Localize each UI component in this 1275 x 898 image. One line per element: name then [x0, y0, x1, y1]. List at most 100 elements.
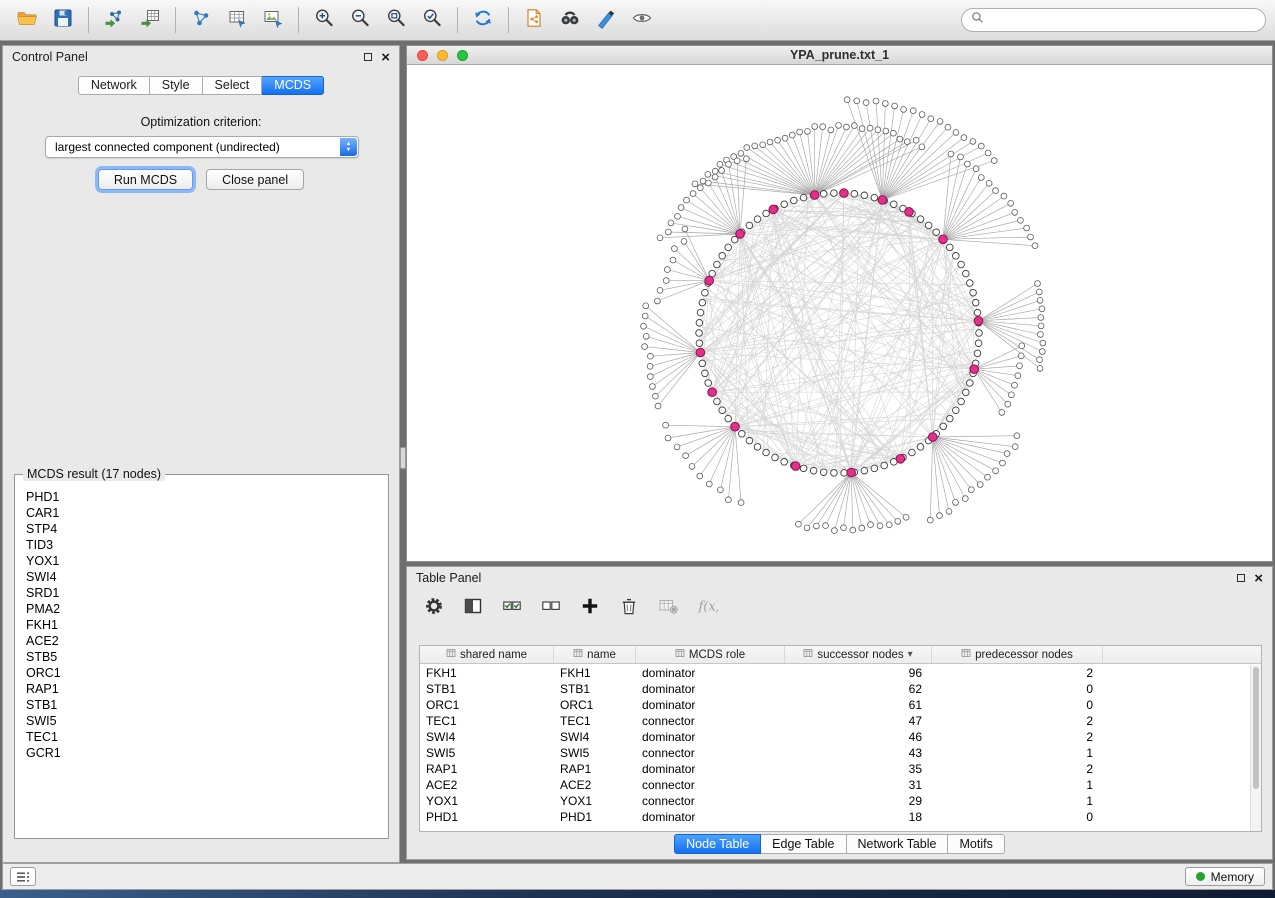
network-leaf-node[interactable]: [1001, 193, 1007, 199]
column-header-name[interactable]: name: [554, 646, 636, 663]
network-leaf-node[interactable]: [978, 143, 984, 149]
search-input[interactable]: [989, 13, 1256, 27]
network-node[interactable]: [754, 444, 761, 451]
network-leaf-node[interactable]: [897, 136, 903, 142]
network-leaf-node[interactable]: [767, 139, 773, 145]
table-row[interactable]: ORC1ORC1dominator610: [420, 697, 1250, 713]
network-node[interactable]: [800, 465, 807, 472]
network-node[interactable]: [861, 192, 868, 199]
mcds-result-item[interactable]: STB5: [26, 649, 386, 665]
tab-edge-table[interactable]: Edge Table: [761, 834, 846, 854]
column-header-predecessor-nodes[interactable]: predecessor nodes: [932, 646, 1103, 663]
network-leaf-node[interactable]: [717, 161, 723, 167]
network-leaf-node[interactable]: [882, 101, 888, 107]
network-leaf-node[interactable]: [1032, 243, 1038, 249]
mcds-result-item[interactable]: FKH1: [26, 617, 386, 633]
mcds-result-item[interactable]: YOX1: [26, 553, 386, 569]
network-leaf-node[interactable]: [706, 481, 712, 487]
network-leaf-node[interactable]: [852, 123, 858, 129]
network-node[interactable]: [719, 253, 726, 260]
network-node[interactable]: [696, 320, 703, 327]
tab-mcds[interactable]: MCDS: [262, 76, 324, 95]
mcds-result-item[interactable]: GCR1: [26, 745, 386, 761]
zoom-selected-button[interactable]: [414, 3, 450, 37]
network-leaf-node[interactable]: [642, 313, 648, 319]
network-leaf-node[interactable]: [1024, 225, 1030, 231]
network-leaf-node[interactable]: [946, 509, 952, 515]
network-leaf-node[interactable]: [1012, 444, 1018, 450]
window-zoom-icon[interactable]: [457, 50, 468, 61]
network-leaf-node[interactable]: [647, 363, 653, 369]
network-leaf-node[interactable]: [891, 130, 897, 136]
network-leaf-node[interactable]: [678, 205, 684, 211]
network-leaf-node[interactable]: [744, 156, 750, 162]
table-row[interactable]: TEC1TEC1connector472: [420, 713, 1250, 729]
network-node[interactable]: [831, 190, 838, 197]
network-leaf-node[interactable]: [1039, 349, 1045, 355]
network-leaf-node[interactable]: [804, 525, 810, 531]
network-leaf-node[interactable]: [738, 151, 744, 157]
network-node[interactable]: [714, 398, 721, 405]
table-row[interactable]: RAP1RAP1dominator352: [420, 761, 1250, 777]
network-leaf-node[interactable]: [782, 135, 788, 141]
network-leaf-node[interactable]: [1012, 210, 1018, 216]
network-node[interactable]: [925, 222, 932, 229]
mcds-result-item[interactable]: SWI4: [26, 569, 386, 585]
network-hub-node[interactable]: [791, 462, 800, 471]
network-leaf-node[interactable]: [712, 168, 718, 174]
network-leaf-node[interactable]: [945, 124, 951, 130]
network-node[interactable]: [947, 244, 954, 251]
network-node[interactable]: [800, 194, 807, 201]
panel-menu-button[interactable]: [10, 867, 36, 886]
network-leaf-node[interactable]: [643, 334, 649, 340]
network-window-titlebar[interactable]: YPA_prune.txt_1: [407, 46, 1272, 65]
network-node[interactable]: [702, 370, 709, 377]
network-node[interactable]: [697, 309, 704, 316]
network-leaf-node[interactable]: [877, 523, 883, 529]
float-panel-icon[interactable]: [364, 53, 372, 61]
network-leaf-node[interactable]: [953, 130, 959, 136]
mcds-result-item[interactable]: SWI5: [26, 713, 386, 729]
network-leaf-node[interactable]: [805, 129, 811, 135]
network-leaf-node[interactable]: [844, 97, 850, 103]
network-node[interactable]: [871, 194, 878, 201]
mcds-result-item[interactable]: PHD1: [26, 489, 386, 505]
network-leaf-node[interactable]: [1019, 343, 1025, 349]
network-leaf-node[interactable]: [895, 519, 901, 525]
network-leaf-node[interactable]: [999, 410, 1005, 416]
network-node[interactable]: [851, 191, 858, 198]
tab-style[interactable]: Style: [150, 76, 203, 95]
network-leaf-node[interactable]: [886, 522, 892, 528]
network-hub-node[interactable]: [769, 205, 778, 214]
network-leaf-node[interactable]: [726, 497, 732, 503]
criterion-select[interactable]: largest connected component (undirected)…: [45, 136, 359, 158]
network-leaf-node[interactable]: [689, 464, 695, 470]
network-node[interactable]: [696, 330, 703, 337]
network-node[interactable]: [974, 309, 981, 316]
network-leaf-node[interactable]: [675, 213, 681, 219]
network-leaf-node[interactable]: [1038, 315, 1044, 321]
column-header-mcds-role[interactable]: MCDS role: [636, 646, 785, 663]
show-columns-button[interactable]: [460, 595, 486, 621]
network-node[interactable]: [891, 201, 898, 208]
network-node[interactable]: [953, 407, 960, 414]
network-leaf-node[interactable]: [657, 287, 663, 293]
new-table-button[interactable]: [219, 3, 255, 37]
network-leaf-node[interactable]: [859, 525, 865, 531]
network-node[interactable]: [940, 423, 947, 430]
network-leaf-node[interactable]: [1012, 382, 1018, 388]
network-leaf-node[interactable]: [682, 226, 688, 232]
network-node[interactable]: [975, 340, 982, 347]
network-leaf-node[interactable]: [1009, 392, 1015, 398]
network-leaf-node[interactable]: [928, 116, 934, 122]
network-node[interactable]: [725, 244, 732, 251]
network-leaf-node[interactable]: [1037, 366, 1043, 372]
network-leaf-node[interactable]: [657, 235, 663, 241]
network-leaf-node[interactable]: [961, 135, 967, 141]
network-leaf-node[interactable]: [836, 123, 842, 129]
network-leaf-node[interactable]: [796, 521, 802, 527]
network-node[interactable]: [958, 261, 965, 268]
network-hub-node[interactable]: [878, 196, 887, 205]
network-leaf-node[interactable]: [991, 158, 997, 164]
network-node[interactable]: [963, 270, 970, 277]
